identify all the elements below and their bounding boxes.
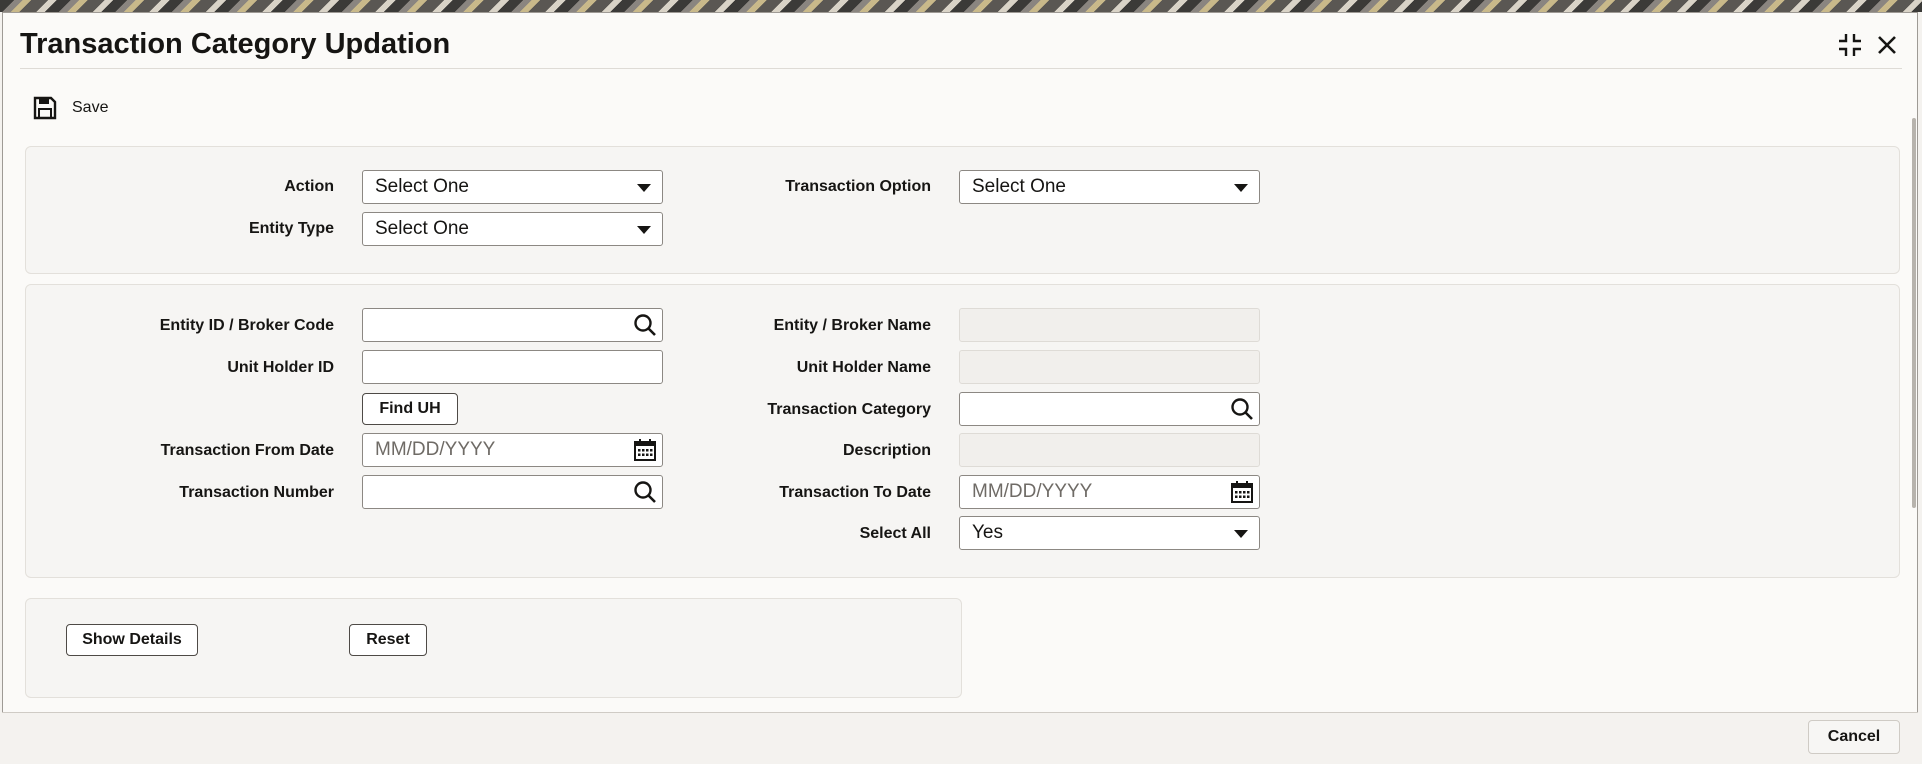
from-date-field[interactable]: MM/DD/YYYY	[362, 433, 663, 467]
from-date-label: Transaction From Date	[160, 442, 334, 459]
search-icon[interactable]	[632, 479, 658, 505]
unit-holder-name-field	[959, 350, 1260, 384]
entity-name-field	[959, 308, 1260, 342]
select-all-value: Yes	[972, 522, 1003, 543]
transaction-number-label: Transaction Number	[179, 484, 334, 501]
transaction-category-field[interactable]	[959, 392, 1260, 426]
search-icon[interactable]	[1229, 396, 1255, 422]
select-all-label: Select All	[859, 525, 931, 542]
entity-type-value: Select One	[375, 218, 469, 239]
transaction-category-label: Transaction Category	[767, 401, 931, 418]
entity-id-field[interactable]	[362, 308, 663, 342]
show-details-button[interactable]: Show Details	[66, 624, 198, 656]
background-strip	[0, 0, 1922, 12]
chevron-down-icon	[1234, 184, 1248, 192]
chevron-down-icon	[637, 226, 651, 234]
transaction-option-value: Select One	[972, 176, 1066, 197]
transaction-option-label: Transaction Option	[785, 178, 931, 195]
chevron-down-icon	[637, 184, 651, 192]
chevron-down-icon	[1234, 530, 1248, 538]
unit-holder-name-label: Unit Holder Name	[796, 359, 931, 376]
to-date-label: Transaction To Date	[779, 484, 931, 501]
transaction-option-select[interactable]: Select One	[959, 170, 1260, 204]
action-label: Action	[284, 178, 334, 195]
action-value: Select One	[375, 176, 469, 197]
entity-name-label: Entity / Broker Name	[773, 317, 931, 334]
cancel-button[interactable]: Cancel	[1808, 720, 1900, 754]
transaction-number-field[interactable]	[362, 475, 663, 509]
criteria-panel	[25, 146, 1900, 274]
unit-holder-id-label: Unit Holder ID	[227, 359, 334, 376]
header-divider	[20, 68, 1902, 69]
footer-bar	[2, 712, 1918, 762]
unit-holder-id-field[interactable]	[362, 350, 663, 384]
action-select[interactable]: Select One	[362, 170, 663, 204]
save-icon	[33, 96, 57, 120]
description-field	[959, 433, 1260, 467]
calendar-icon[interactable]	[632, 437, 658, 463]
to-date-placeholder: MM/DD/YYYY	[972, 481, 1093, 502]
calendar-icon[interactable]	[1229, 479, 1255, 505]
find-uh-button[interactable]: Find UH	[362, 393, 458, 425]
vertical-scrollbar[interactable]	[1912, 118, 1916, 508]
save-button[interactable]: Save	[32, 95, 108, 121]
close-icon[interactable]	[1872, 30, 1902, 60]
reset-button[interactable]: Reset	[349, 624, 427, 656]
search-icon[interactable]	[632, 312, 658, 338]
entity-id-label: Entity ID / Broker Code	[159, 317, 334, 334]
from-date-placeholder: MM/DD/YYYY	[375, 439, 496, 460]
page-title: Transaction Category Updation	[20, 28, 451, 60]
entity-type-select[interactable]: Select One	[362, 212, 663, 246]
description-label: Description	[842, 442, 931, 459]
minimize-icon[interactable]	[1835, 30, 1865, 60]
save-label: Save	[72, 99, 109, 116]
entity-type-label: Entity Type	[248, 220, 334, 237]
to-date-field[interactable]: MM/DD/YYYY	[959, 475, 1260, 509]
select-all-select[interactable]: Yes	[959, 516, 1260, 550]
